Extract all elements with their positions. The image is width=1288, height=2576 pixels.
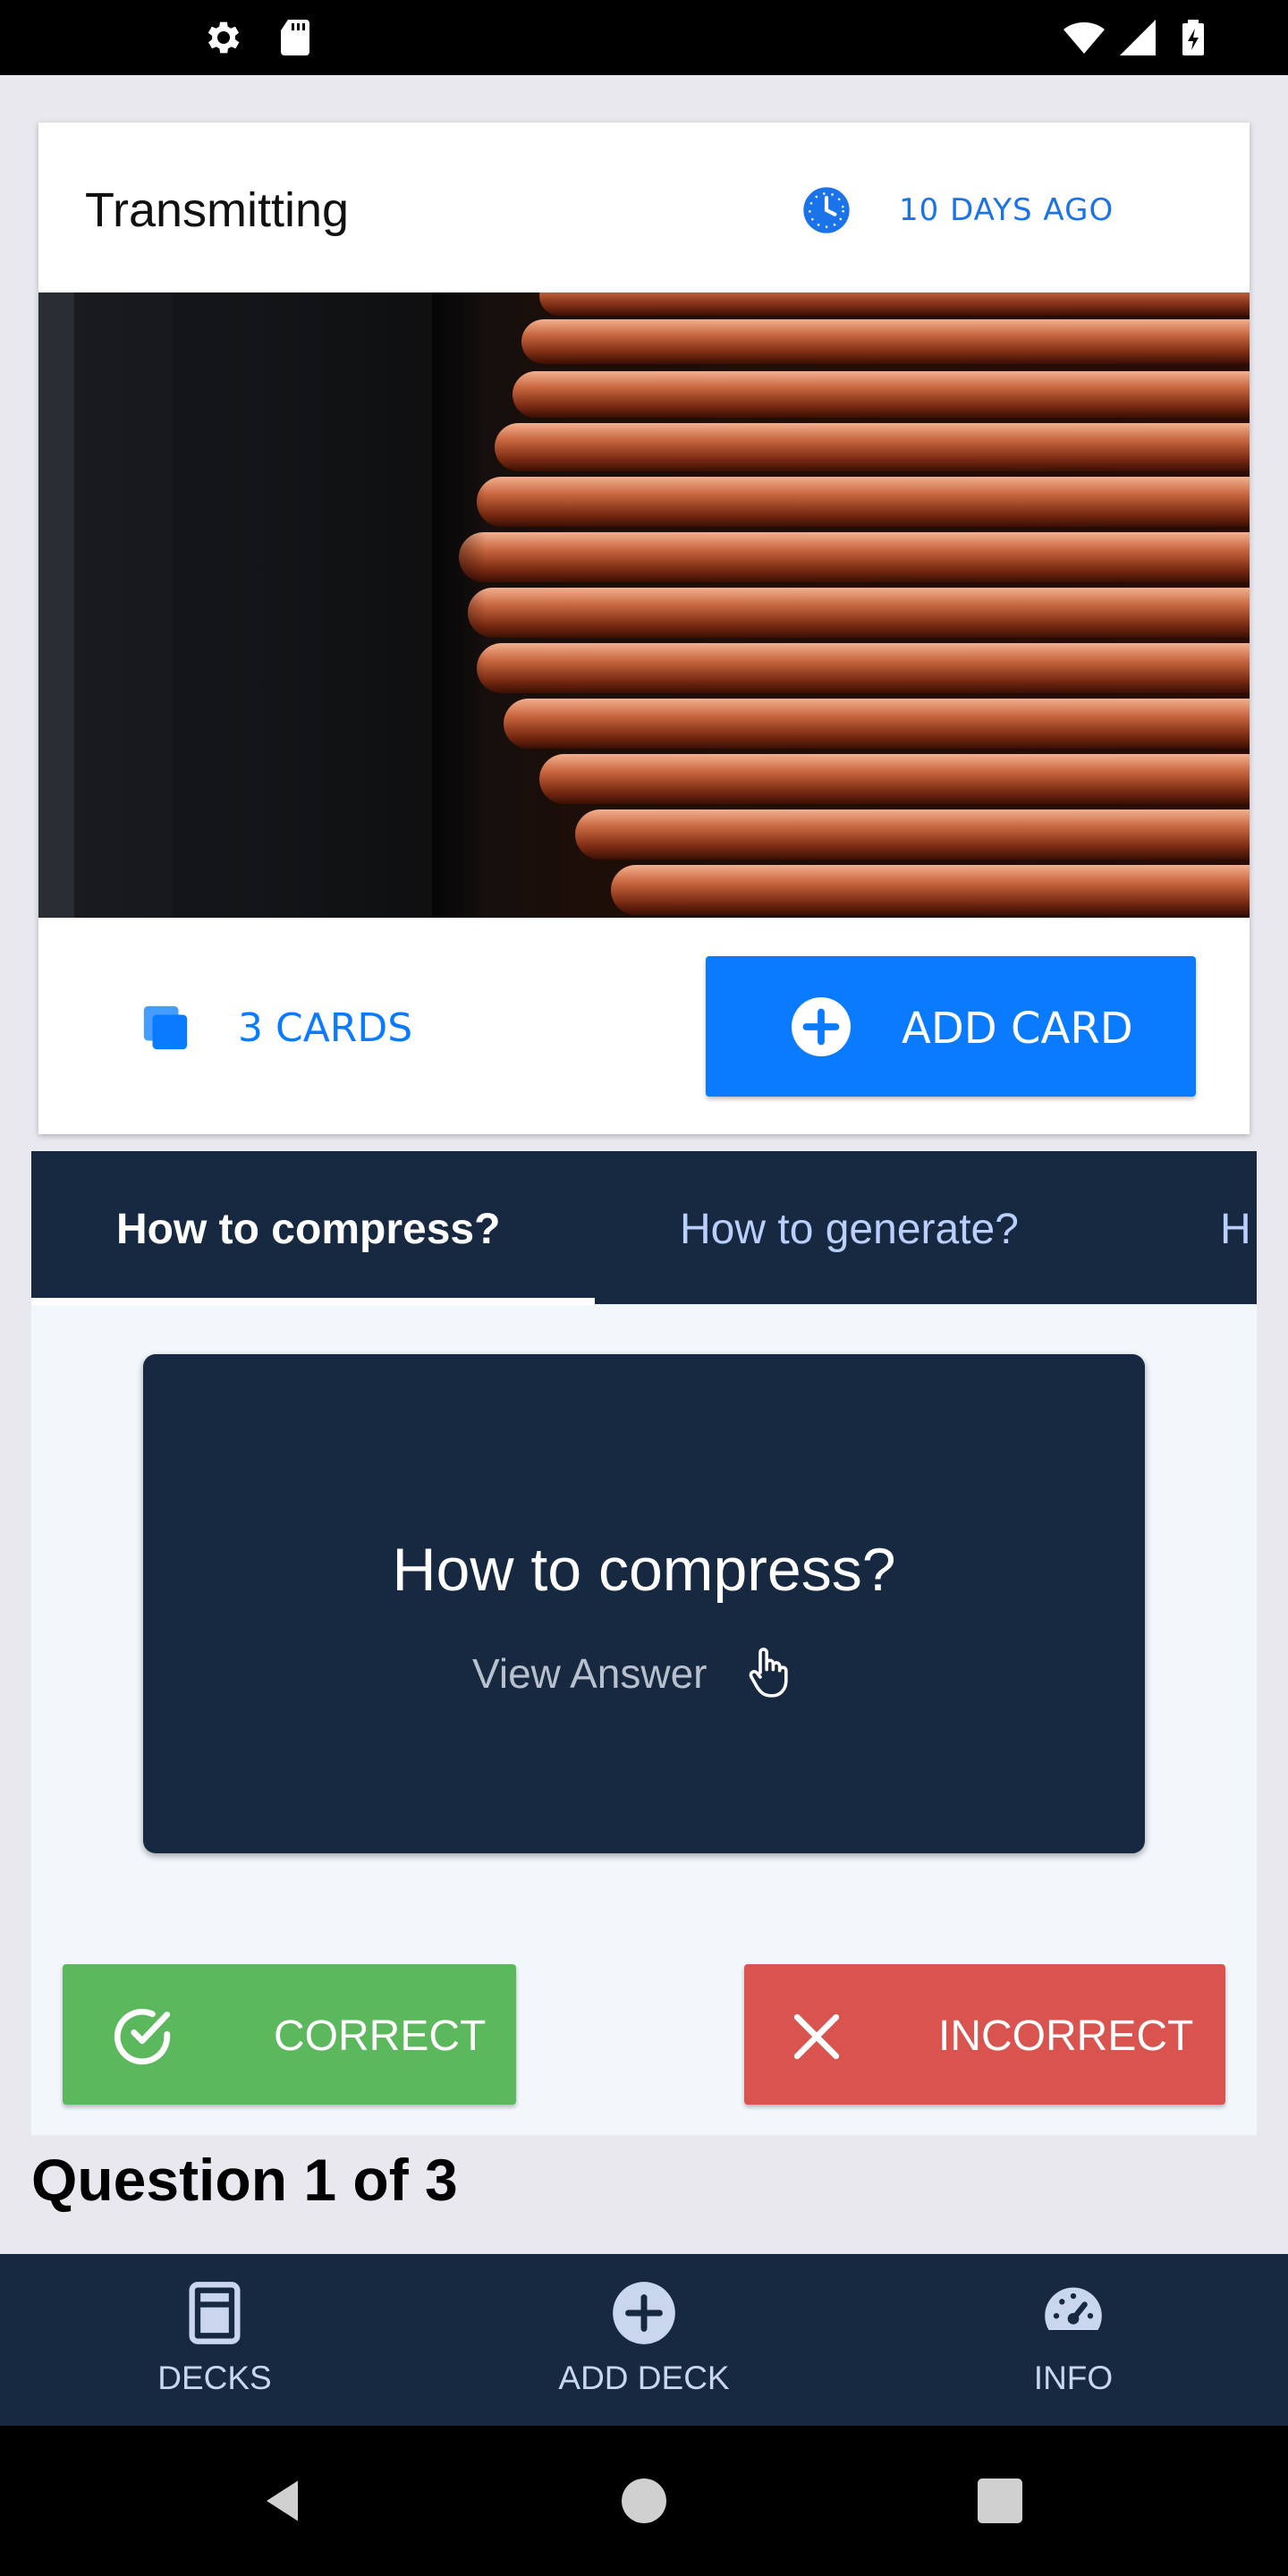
home-icon[interactable]	[617, 2474, 671, 2528]
signal-icon	[1120, 20, 1156, 55]
close-icon	[793, 2013, 840, 2060]
question-progress: Question 1 of 3	[31, 2147, 458, 2213]
flashcard-question: How to compress?	[392, 1536, 896, 1604]
correct-label: CORRECT	[274, 2012, 487, 2060]
back-icon[interactable]	[258, 2474, 311, 2528]
status-time: 4:17	[80, 14, 161, 61]
deck-icon	[189, 2282, 241, 2344]
nav-add-deck-label: ADD DECK	[558, 2360, 730, 2396]
speedometer-icon	[1045, 2287, 1102, 2330]
sd-card-icon	[281, 20, 309, 55]
tab-how-to-generate[interactable]: How to generate?	[680, 1199, 1019, 1261]
nav-info[interactable]: INFO	[939, 2254, 1208, 2426]
card-count: 3 CARDS	[238, 1005, 413, 1051]
deck-title: Transmitting	[85, 183, 350, 237]
nav-decks-label: DECKS	[157, 2360, 272, 2396]
active-tab-indicator	[31, 1298, 595, 1305]
gear-icon	[208, 21, 240, 54]
view-answer-link[interactable]: View Answer	[472, 1646, 708, 1701]
cards-icon	[143, 1005, 188, 1050]
clock-icon	[803, 187, 850, 233]
wifi-icon	[1063, 22, 1105, 54]
add-circle-icon	[792, 997, 851, 1056]
add-card-label: ADD CARD	[902, 1004, 1133, 1054]
nav-add-deck[interactable]: ADD DECK	[510, 2254, 778, 2426]
battery-charging-icon	[1182, 20, 1204, 55]
pointer-hand-icon	[749, 1648, 788, 1698]
tab-how-to-compress[interactable]: How to compress?	[116, 1199, 500, 1261]
nav-decks[interactable]: DECKS	[80, 2254, 349, 2426]
deck-updated: 10 DAYS AGO	[899, 192, 1114, 228]
incorrect-label: INCORRECT	[938, 2012, 1194, 2060]
tab-next-partial[interactable]: H	[1220, 1199, 1251, 1261]
deck-image	[38, 292, 1250, 918]
check-circle-icon	[114, 2008, 171, 2065]
recents-icon[interactable]	[973, 2474, 1027, 2528]
nav-info-label: INFO	[1033, 2360, 1114, 2396]
add-circle-icon	[613, 2282, 675, 2344]
